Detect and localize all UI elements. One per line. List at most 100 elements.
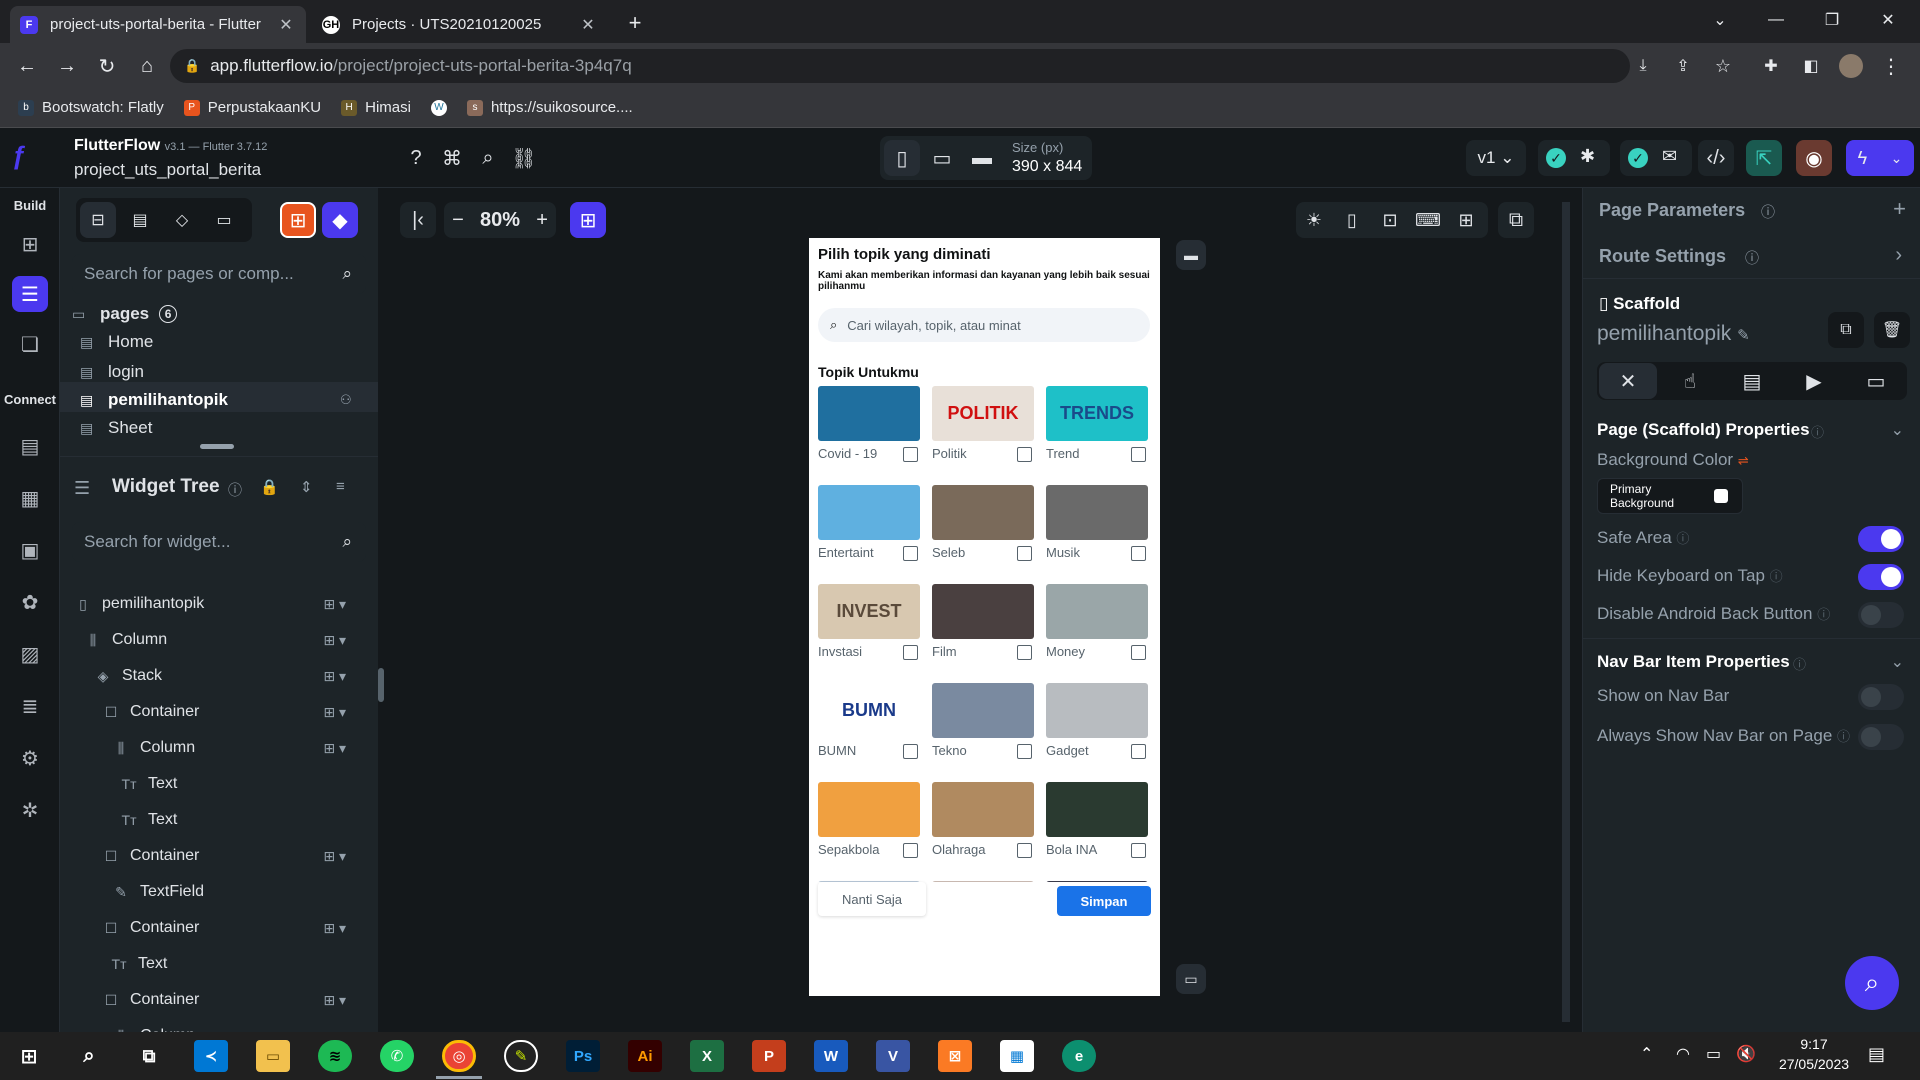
- close-window-icon[interactable]: ✕: [1860, 0, 1916, 40]
- address-bar[interactable]: 🔒 app.flutterflow.io/project/project-uts…: [170, 49, 1630, 83]
- integrations-icon[interactable]: ⚙: [12, 740, 48, 776]
- app-values-icon[interactable]: ▦: [12, 480, 48, 516]
- collapse-panel-icon[interactable]: |‹: [400, 202, 436, 238]
- add-child-icon[interactable]: ⊞ ▾: [323, 920, 346, 937]
- wifi-icon[interactable]: ◠: [1676, 1044, 1690, 1064]
- canvas-scrollbar[interactable]: [1562, 202, 1570, 1022]
- tree-row[interactable]: ☐ Container ⊞ ▾: [102, 842, 360, 870]
- device-frame-icon[interactable]: ▯: [1334, 202, 1370, 238]
- tree-row[interactable]: ☐ Container ⊞ ▾: [102, 914, 360, 942]
- bookmark-star-icon[interactable]: ☆: [1708, 51, 1738, 81]
- safe-area-toggle[interactable]: [1858, 526, 1904, 552]
- bookmark-item[interactable]: s https://suikosource....: [466, 99, 633, 116]
- later-button[interactable]: Nanti Saja: [818, 882, 926, 916]
- info-icon[interactable]: ⓘ: [1811, 422, 1824, 441]
- xampp-icon[interactable]: ⊠: [938, 1040, 972, 1072]
- light-mode-icon[interactable]: ☀: [1296, 202, 1332, 238]
- topic-item[interactable]: Musik: [1046, 485, 1148, 561]
- properties-tab-icon[interactable]: ✕: [1599, 363, 1657, 399]
- tray-chevron-icon[interactable]: ⌃: [1640, 1044, 1653, 1064]
- topic-checkbox[interactable]: [1017, 843, 1032, 858]
- zoom-in-icon[interactable]: +: [536, 209, 548, 232]
- topic-item[interactable]: BUMN BUMN: [818, 683, 920, 759]
- tree-row[interactable]: Tт Text: [110, 950, 360, 978]
- excel-icon[interactable]: X: [690, 1040, 724, 1072]
- always-navbar-toggle[interactable]: [1858, 724, 1904, 750]
- forward-icon[interactable]: →: [52, 51, 82, 81]
- lock-icon[interactable]: 🔒: [260, 478, 279, 496]
- topic-checkbox[interactable]: [1017, 546, 1032, 561]
- edge-icon[interactable]: e: [1062, 1040, 1096, 1072]
- tree-row[interactable]: Tт Text: [120, 770, 360, 798]
- add-child-icon[interactable]: ⊞ ▾: [323, 704, 346, 721]
- actions-tab-icon[interactable]: ☝: [1661, 363, 1719, 399]
- topic-checkbox[interactable]: [903, 843, 918, 858]
- disable-back-toggle[interactable]: [1858, 602, 1904, 628]
- topic-item[interactable]: Tekno: [932, 683, 1034, 759]
- search-icon[interactable]: ⌕: [72, 1040, 106, 1072]
- install-icon[interactable]: ⤓: [1628, 51, 1658, 81]
- bottom-toggle-icon[interactable]: ▭: [1176, 964, 1206, 994]
- page-item-login[interactable]: ▤ login: [80, 362, 144, 382]
- task-view-icon[interactable]: ⧉: [132, 1040, 166, 1072]
- library-tab-icon[interactable]: ◇: [164, 202, 200, 238]
- info-icon[interactable]: ⓘ: [1793, 654, 1806, 673]
- vscode-icon[interactable]: ≺: [194, 1040, 228, 1072]
- database-icon[interactable]: ▤: [12, 428, 48, 464]
- search-fab-icon[interactable]: ⌕: [1845, 956, 1899, 1010]
- tab-flutterflow[interactable]: F project-uts-portal-berita - Flutter ✕: [10, 6, 306, 43]
- add-child-icon[interactable]: ⊞ ▾: [323, 596, 346, 613]
- windows-start-icon[interactable]: ⊞: [12, 1040, 46, 1072]
- premium-gem-icon[interactable]: ◆: [322, 202, 358, 238]
- duplicate-icon[interactable]: ⧉: [1828, 312, 1864, 348]
- tree-row[interactable]: ▯ pemilihantopik ⊞ ▾: [74, 590, 360, 618]
- custom-code-icon[interactable]: ≣: [12, 688, 48, 724]
- topic-checkbox[interactable]: [1131, 744, 1146, 759]
- search-icon[interactable]: ⌕: [470, 140, 506, 176]
- page-item-pemilihantopik[interactable]: ▤ pemilihantopik: [80, 390, 228, 410]
- phone-device-icon[interactable]: ▯: [884, 140, 920, 176]
- hide-keyboard-toggle[interactable]: [1858, 564, 1904, 590]
- close-tab-icon[interactable]: ✕: [276, 15, 296, 35]
- profile-avatar[interactable]: [1836, 51, 1866, 81]
- battery-icon[interactable]: ▭: [1706, 1044, 1721, 1064]
- topic-checkbox[interactable]: [1017, 645, 1032, 660]
- chevron-down-icon[interactable]: ⌄: [1891, 420, 1904, 440]
- add-widget-icon[interactable]: ⊞: [12, 226, 48, 262]
- topic-item[interactable]: TRENDS Trend: [1046, 386, 1148, 462]
- topic-checkbox[interactable]: [1131, 546, 1146, 561]
- topic-item[interactable]: Bola INA: [1046, 782, 1148, 858]
- edit-icon[interactable]: ✎: [1737, 327, 1750, 344]
- tree-row[interactable]: ⫼ Column ⊞ ▾: [84, 626, 360, 654]
- preview-eye-icon[interactable]: ◉: [1796, 140, 1832, 176]
- media-icon[interactable]: ▨: [12, 636, 48, 672]
- pages-folder[interactable]: ▭ pages 6: [72, 304, 178, 324]
- file-explorer-icon[interactable]: ▭: [256, 1040, 290, 1072]
- topic-item[interactable]: Sepakbola: [818, 782, 920, 858]
- settings-icon[interactable]: ✲: [12, 792, 48, 828]
- chevron-right-icon[interactable]: ›: [1895, 244, 1902, 267]
- spotify-icon[interactable]: ≋: [318, 1040, 352, 1072]
- add-parameter-icon[interactable]: +: [1893, 196, 1906, 222]
- widget-search-input[interactable]: Search for widget... ⌕: [72, 522, 366, 562]
- desktop-device-icon[interactable]: ▬: [964, 140, 1000, 176]
- clock-date[interactable]: 27/05/2023: [1764, 1056, 1864, 1072]
- add-child-icon[interactable]: ⊞ ▾: [323, 740, 346, 757]
- route-settings-title[interactable]: Route Settings: [1599, 246, 1726, 267]
- tree-row[interactable]: Tт Text: [120, 806, 360, 834]
- code-icon[interactable]: ‹/›: [1698, 140, 1734, 176]
- back-icon[interactable]: ←: [12, 51, 42, 81]
- topic-item[interactable]: POLITIK Politik: [932, 386, 1034, 462]
- visio-icon[interactable]: V: [876, 1040, 910, 1072]
- maximize-icon[interactable]: ❐: [1804, 0, 1860, 40]
- keyboard-icon[interactable]: ⌨: [1410, 202, 1446, 238]
- side-panel-icon[interactable]: ◧: [1796, 51, 1826, 81]
- topic-item[interactable]: Money: [1046, 584, 1148, 660]
- page-name[interactable]: pemilihantopik ✎: [1597, 322, 1750, 346]
- topic-item[interactable]: Seleb: [932, 485, 1034, 561]
- topic-checkbox[interactable]: [1017, 744, 1032, 759]
- topic-checkbox[interactable]: [1131, 843, 1146, 858]
- folder-tab-icon[interactable]: ▭: [206, 202, 242, 238]
- store-icon[interactable]: ▦: [1000, 1040, 1034, 1072]
- powerpoint-icon[interactable]: P: [752, 1040, 786, 1072]
